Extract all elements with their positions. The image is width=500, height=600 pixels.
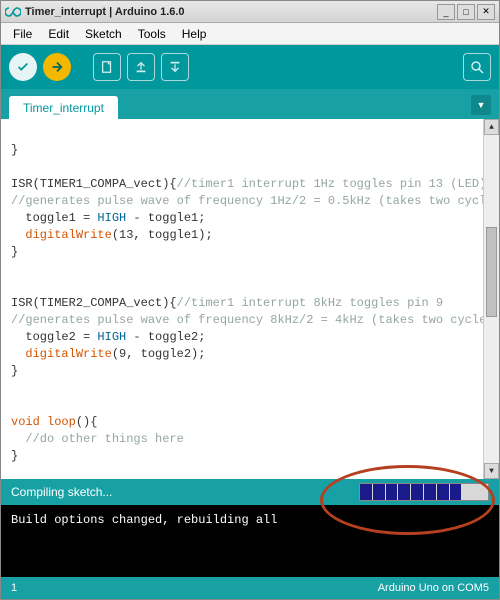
console-line: Build options changed, rebuilding all	[11, 513, 489, 527]
serial-monitor-button[interactable]	[463, 53, 491, 81]
minimize-button[interactable]: _	[437, 4, 455, 20]
menu-tools[interactable]: Tools	[132, 25, 172, 43]
scroll-down-icon[interactable]: ▼	[484, 463, 499, 479]
code-editor[interactable]: } ISR(TIMER1_COMPA_vect){//timer1 interr…	[1, 119, 499, 479]
verify-button[interactable]	[9, 53, 37, 81]
status-bar: Compiling sketch...	[1, 479, 499, 505]
compile-progress	[359, 483, 489, 501]
menu-edit[interactable]: Edit	[42, 25, 75, 43]
maximize-button[interactable]: □	[457, 4, 475, 20]
tab-menu-button[interactable]: ▼	[471, 95, 491, 115]
scrollbar-thumb[interactable]	[486, 227, 497, 317]
toolbar	[1, 45, 499, 89]
menu-sketch[interactable]: Sketch	[79, 25, 128, 43]
tab-strip: Timer_interrupt ▼	[1, 89, 499, 119]
menu-help[interactable]: Help	[176, 25, 213, 43]
footer-bar: 1 Arduino Uno on COM5	[1, 577, 499, 599]
new-button[interactable]	[93, 53, 121, 81]
open-button[interactable]	[127, 53, 155, 81]
line-number: 1	[11, 582, 17, 594]
console-output: Build options changed, rebuilding all	[1, 505, 499, 577]
window-title: Timer_interrupt | Arduino 1.6.0	[25, 6, 435, 18]
board-info: Arduino Uno on COM5	[378, 582, 489, 594]
editor-scrollbar[interactable]: ▲ ▼	[483, 119, 499, 479]
menubar: File Edit Sketch Tools Help	[1, 23, 499, 45]
menu-file[interactable]: File	[7, 25, 38, 43]
tab-sketch[interactable]: Timer_interrupt	[9, 96, 118, 119]
status-text: Compiling sketch...	[11, 485, 359, 499]
arduino-logo-icon	[5, 4, 21, 20]
titlebar: Timer_interrupt | Arduino 1.6.0 _ □ ✕	[1, 1, 499, 23]
upload-button[interactable]	[43, 53, 71, 81]
close-button[interactable]: ✕	[477, 4, 495, 20]
save-button[interactable]	[161, 53, 189, 81]
scroll-up-icon[interactable]: ▲	[484, 119, 499, 135]
